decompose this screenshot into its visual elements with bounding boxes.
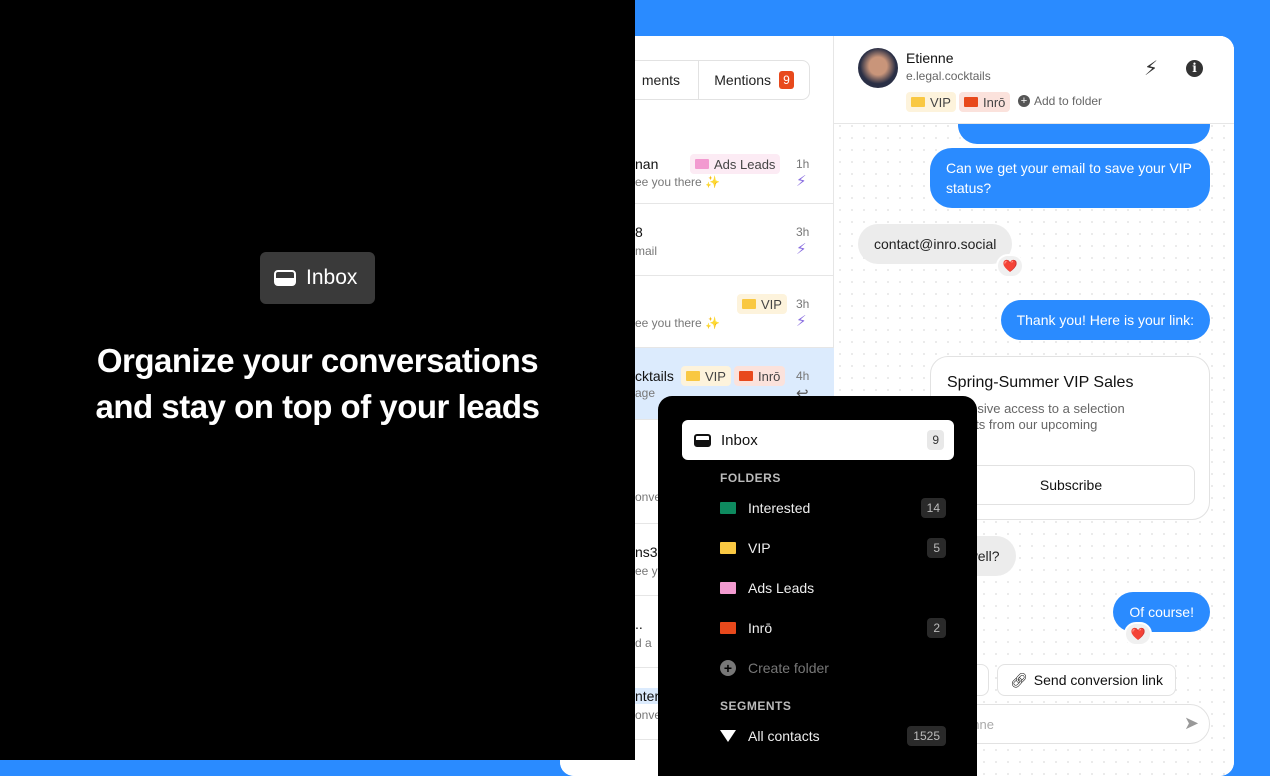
folder-icon	[739, 371, 753, 381]
tag-vip[interactable]: VIP	[906, 92, 956, 112]
bolt-icon: ⚡︎	[796, 173, 807, 190]
menu-item-interested[interactable]: Interested 14	[720, 496, 946, 520]
inbox-icon	[694, 433, 711, 447]
inbox-count: 9	[927, 430, 944, 450]
add-to-folder-button[interactable]: + Add to folder	[1018, 94, 1102, 108]
menu-item-inro[interactable]: Inrō 2	[720, 616, 946, 640]
filter-icon	[720, 730, 736, 742]
bolt-icon: ⚡︎	[796, 313, 807, 330]
contact-name: Etienne	[906, 50, 954, 66]
folder-icon	[695, 159, 709, 169]
message-incoming: contact@inro.social	[858, 224, 1013, 264]
tag-inro: Inrō	[734, 366, 786, 386]
link-icon: 🔗︎	[1010, 671, 1028, 688]
folder-icon	[742, 299, 756, 309]
tag-vip: VIP	[737, 294, 787, 314]
reaction-heart: ❤️	[1124, 622, 1152, 646]
pill-label: Inbox	[306, 266, 358, 289]
bolt-icon: ⚡︎	[796, 241, 807, 258]
subscribe-button[interactable]: Subscribe	[947, 465, 1195, 505]
reaction-heart: ❤️	[996, 254, 1024, 278]
headline: Organize your conversations and stay on …	[95, 342, 540, 425]
folder-icon	[720, 582, 736, 594]
plus-circle-icon: +	[720, 660, 736, 676]
tag-ads-leads: Ads Leads	[690, 154, 781, 174]
send-icon[interactable]: ➤	[1184, 713, 1199, 734]
create-folder-button[interactable]: + Create folder	[720, 656, 946, 680]
plus-circle-icon: +	[1018, 95, 1030, 107]
folder-icon	[911, 97, 925, 107]
inbox-pill: Inbox	[260, 252, 375, 304]
menu-item-inbox[interactable]: Inbox 9	[682, 420, 954, 460]
folder-icon	[964, 97, 978, 107]
folder-menu: Inbox 9 FOLDERS Interested 14 VIP 5 Ads Le…	[658, 396, 977, 776]
folder-icon	[686, 371, 700, 381]
tag-inro[interactable]: Inrō	[959, 92, 1011, 112]
segments-header: SEGMENTS	[720, 699, 792, 713]
info-icon[interactable]: i	[1186, 60, 1203, 77]
message-outgoing: Thank you! Here is your link:	[1000, 300, 1210, 340]
chat-header: Etienne e.legal.cocktails VIP Inrō + Add …	[834, 36, 1234, 124]
promo-panel: Inbox Organize your conversations and st…	[0, 0, 635, 760]
send-conversion-link-button[interactable]: 🔗︎ Send conversion link	[997, 664, 1176, 696]
menu-item-vip[interactable]: VIP 5	[720, 536, 946, 560]
menu-item-ads-leads[interactable]: Ads Leads	[720, 576, 946, 600]
tab-mentions[interactable]: Mentions 9	[699, 61, 809, 99]
tag-vip: VIP	[681, 366, 731, 386]
menu-item-all-contacts[interactable]: All contacts 1525	[720, 724, 946, 748]
folders-header: FOLDERS	[720, 471, 781, 485]
message-outgoing: Can we get your email to save your VIP s…	[930, 148, 1210, 208]
folder-icon	[720, 622, 736, 634]
inbox-icon	[274, 270, 296, 286]
folder-icon	[720, 502, 736, 514]
avatar[interactable]	[858, 48, 898, 88]
mentions-count: 9	[779, 71, 794, 89]
bolt-icon[interactable]: ⚡︎	[1144, 56, 1158, 81]
contact-handle: e.legal.cocktails	[906, 69, 991, 83]
card-title: Spring-Summer VIP Sales	[947, 374, 1134, 391]
folder-icon	[720, 542, 736, 554]
